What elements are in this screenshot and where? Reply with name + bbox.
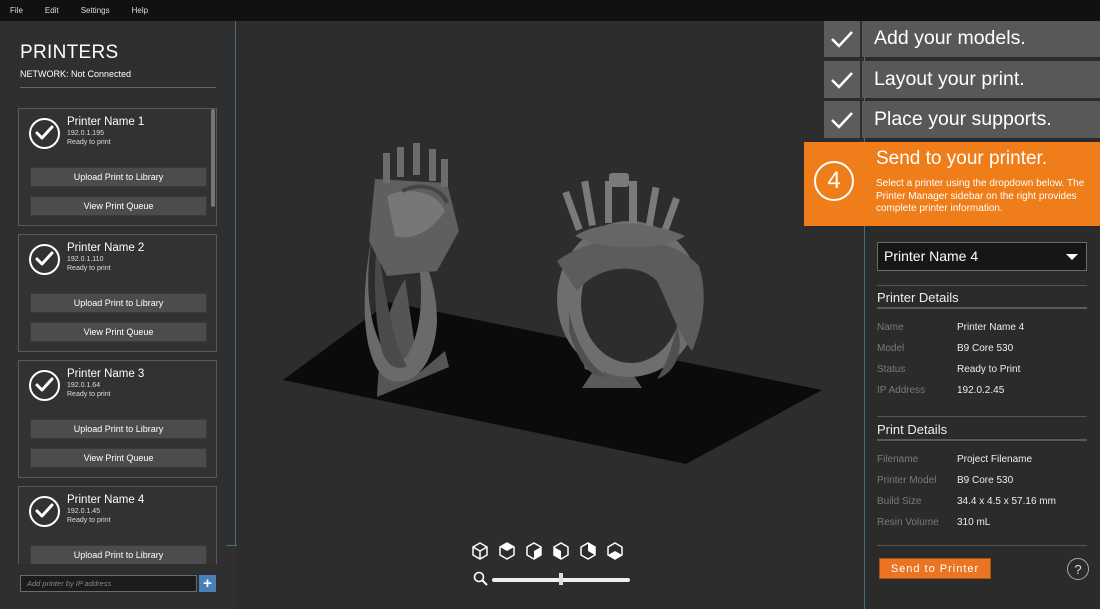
detail-key: Status bbox=[877, 364, 906, 375]
step-label: Add your models. bbox=[874, 27, 1026, 49]
step-title: Send to your printer. bbox=[876, 148, 1048, 169]
checkmark-icon bbox=[831, 30, 853, 48]
printer-name: Printer Name 1 bbox=[67, 116, 145, 128]
printer-ip: 192.0.1.64 bbox=[67, 382, 101, 389]
step-check-box bbox=[824, 101, 862, 138]
menu-file[interactable]: File bbox=[10, 6, 23, 15]
step-label: Place your supports. bbox=[874, 108, 1052, 130]
detail-value: Ready to Print bbox=[957, 364, 1021, 375]
divider bbox=[877, 416, 1087, 417]
help-button[interactable]: ? bbox=[1067, 558, 1089, 580]
detail-key: Model bbox=[877, 343, 905, 354]
detail-key: Name bbox=[877, 322, 904, 333]
printer-ip: 192.0.1.45 bbox=[67, 508, 101, 515]
printers-title: PRINTERS bbox=[20, 42, 119, 63]
view-queue-button[interactable]: View Print Queue bbox=[30, 322, 207, 342]
check-circle-icon bbox=[29, 118, 60, 149]
upload-print-button[interactable]: Upload Print to Library bbox=[30, 293, 207, 313]
printer-select-dropdown[interactable]: Printer Name 4 bbox=[877, 242, 1087, 271]
step-label: Layout your print. bbox=[874, 68, 1025, 90]
detail-key: Filename bbox=[877, 454, 919, 465]
printer-ip: 192.0.1.195 bbox=[67, 130, 104, 137]
check-circle-icon bbox=[29, 244, 60, 275]
detail-key: Build Size bbox=[877, 496, 922, 507]
zoom-slider-thumb[interactable] bbox=[559, 573, 563, 585]
add-printer-ip-input[interactable]: Add printer by IP address bbox=[20, 575, 197, 592]
divider bbox=[877, 439, 1087, 441]
detail-value: 34.4 x 4.5 x 57.16 mm bbox=[957, 496, 1056, 507]
printer-card[interactable]: Printer Name 2 192.0.1.110 Ready to prin… bbox=[18, 234, 217, 352]
printer-name: Printer Name 4 bbox=[67, 494, 145, 506]
divider bbox=[877, 285, 1087, 286]
divider bbox=[20, 87, 216, 88]
print-details-title: Print Details bbox=[877, 422, 948, 437]
build-plate bbox=[283, 302, 822, 464]
printer-card[interactable]: Printer Name 4 192.0.1.45 Ready to print… bbox=[18, 486, 217, 564]
network-status: NETWORK: Not Connected bbox=[20, 69, 132, 79]
chevron-down-icon bbox=[1066, 254, 1078, 260]
step-supports[interactable]: Place your supports. bbox=[824, 101, 1100, 138]
printer-list: Printer Name 1 192.0.1.195 Ready to prin… bbox=[18, 108, 218, 564]
step-layout[interactable]: Layout your print. bbox=[824, 61, 1100, 98]
printer-ip: 192.0.1.110 bbox=[67, 256, 104, 263]
printer-name: Printer Name 2 bbox=[67, 242, 145, 254]
add-printer-button[interactable]: + bbox=[199, 575, 216, 592]
detail-value: Project Filename bbox=[957, 454, 1033, 465]
detail-key: IP Address bbox=[877, 385, 926, 396]
ring-model-1 bbox=[364, 143, 459, 397]
view-top-icon[interactable] bbox=[497, 540, 517, 560]
printer-list-scrollbar[interactable] bbox=[211, 109, 215, 207]
step-send-to-printer[interactable]: 4 Send to your printer. Select a printer… bbox=[804, 142, 1100, 226]
printer-card[interactable]: Printer Name 1 192.0.1.195 Ready to prin… bbox=[18, 108, 217, 226]
view-cube-icon[interactable] bbox=[470, 540, 490, 560]
checkmark-icon bbox=[831, 71, 853, 89]
detail-value: B9 Core 530 bbox=[957, 343, 1014, 354]
view-front-icon[interactable] bbox=[524, 540, 544, 560]
upload-print-button[interactable]: Upload Print to Library bbox=[30, 545, 207, 564]
printer-details-title: Printer Details bbox=[877, 290, 959, 305]
detail-value: 310 mL bbox=[957, 517, 991, 528]
menu-settings[interactable]: Settings bbox=[81, 6, 110, 15]
upload-print-button[interactable]: Upload Print to Library bbox=[30, 419, 207, 439]
printer-status: Ready to print bbox=[67, 265, 111, 272]
printer-status: Ready to print bbox=[67, 391, 111, 398]
divider bbox=[877, 307, 1087, 309]
send-to-printer-button[interactable]: Send to Printer bbox=[879, 558, 991, 579]
menu-help[interactable]: Help bbox=[132, 6, 148, 15]
app-window: File Edit Settings Help PRINTERS NETWORK… bbox=[0, 0, 1100, 609]
scene-render bbox=[283, 143, 822, 464]
view-queue-button[interactable]: View Print Queue bbox=[30, 196, 207, 216]
detail-key: Resin Volume bbox=[877, 517, 939, 528]
detail-value: Printer Name 4 bbox=[957, 322, 1025, 333]
printer-name: Printer Name 3 bbox=[67, 368, 145, 380]
step-number: 4 bbox=[814, 161, 854, 201]
printer-card[interactable]: Printer Name 3 192.0.1.64 Ready to print… bbox=[18, 360, 217, 478]
check-circle-icon bbox=[29, 370, 60, 401]
view-orientation-toolbar bbox=[470, 540, 625, 560]
step-add-models[interactable]: Add your models. bbox=[824, 20, 1100, 57]
printers-panel: PRINTERS NETWORK: Not Connected Printer … bbox=[0, 21, 236, 609]
printer-status: Ready to print bbox=[67, 517, 111, 524]
menu-edit[interactable]: Edit bbox=[45, 6, 59, 15]
step-check-box bbox=[824, 20, 862, 57]
view-bottom-icon[interactable] bbox=[605, 540, 625, 560]
step-description: Select a printer using the dropdown belo… bbox=[876, 178, 1085, 214]
detail-value: 192.0.2.45 bbox=[957, 385, 1005, 396]
menu-bar: File Edit Settings Help bbox=[0, 0, 1100, 21]
checkmark-icon bbox=[831, 111, 853, 129]
upload-print-button[interactable]: Upload Print to Library bbox=[30, 167, 207, 187]
zoom-icon bbox=[473, 571, 488, 586]
detail-key: Printer Model bbox=[877, 475, 937, 486]
view-queue-button[interactable]: View Print Queue bbox=[30, 448, 207, 468]
view-side-icon[interactable] bbox=[551, 540, 571, 560]
divider bbox=[877, 545, 1087, 546]
check-circle-icon bbox=[29, 496, 60, 527]
printer-select-value: Printer Name 4 bbox=[884, 248, 979, 264]
ring-model-2 bbox=[557, 173, 704, 388]
printer-status: Ready to print bbox=[67, 139, 111, 146]
step-check-box bbox=[824, 61, 862, 98]
view-back-icon[interactable] bbox=[578, 540, 598, 560]
detail-value: B9 Core 530 bbox=[957, 475, 1014, 486]
3d-viewport[interactable] bbox=[237, 21, 864, 609]
